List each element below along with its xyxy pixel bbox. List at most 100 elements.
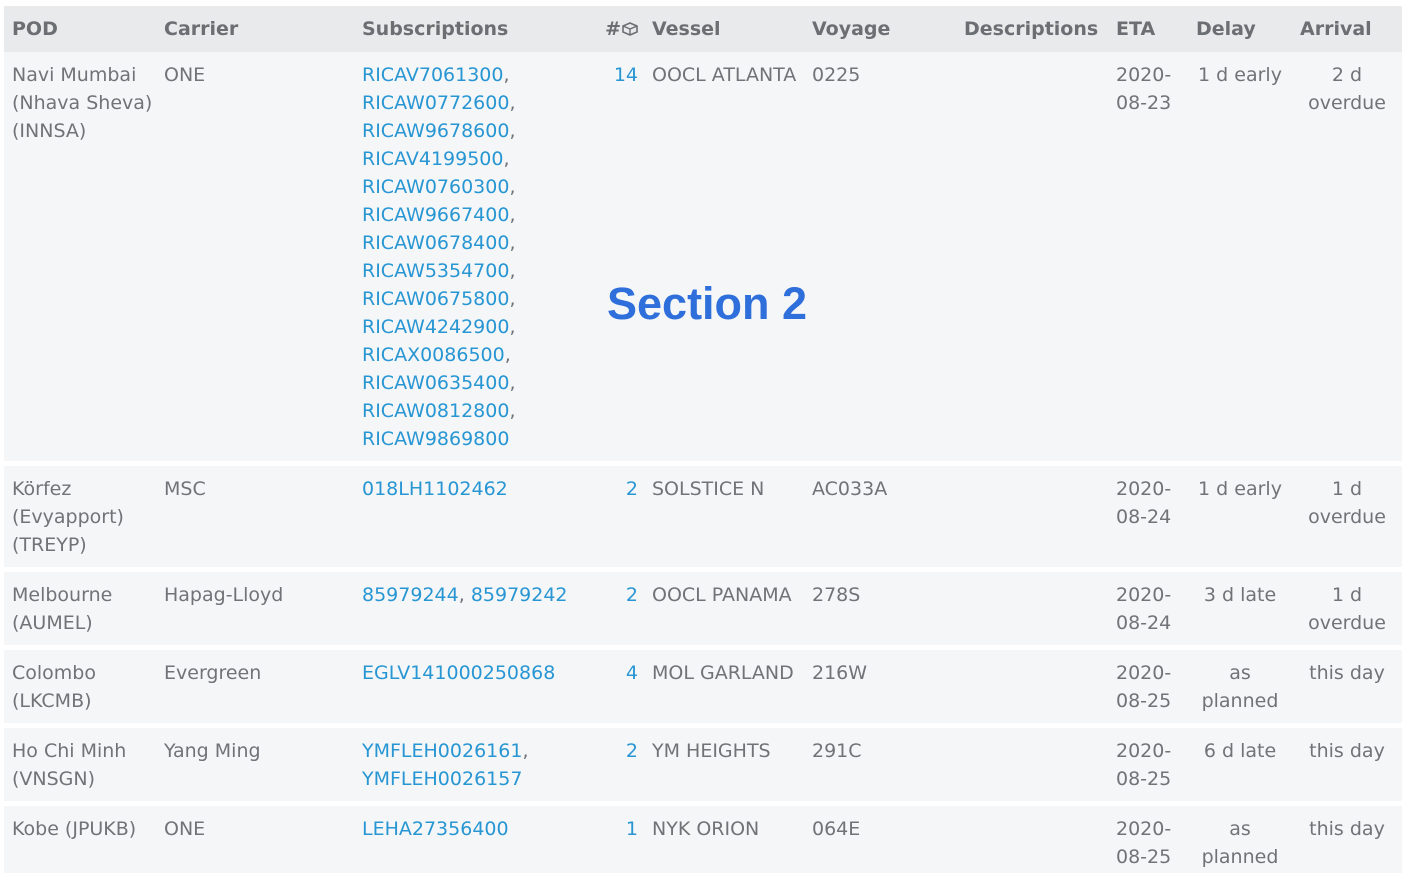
- cell-carrier: ONE: [164, 818, 206, 840]
- subscription-line: RICAV7061300,: [362, 64, 510, 86]
- cell-arrival: 1 d overdue: [1308, 478, 1386, 528]
- subscription-line: RICAW0812800,: [362, 400, 516, 422]
- cell-delay: 1 d early: [1198, 478, 1282, 500]
- cell-vessel: YM HEIGHTS: [652, 740, 771, 762]
- cell-carrier: Hapag-Lloyd: [164, 584, 284, 606]
- column-header-descriptions[interactable]: Descriptions: [956, 6, 1108, 52]
- subscription-link[interactable]: 85979244: [362, 584, 459, 606]
- subscription-line: YMFLEH0026157: [362, 765, 589, 793]
- table-row[interactable]: Ho Chi Minh (VNSGN) Yang Ming YMFLEH002616…: [4, 728, 1402, 801]
- cell-pod: Kobe (JPUKB): [12, 818, 137, 840]
- subscription-link[interactable]: RICAW9678600: [362, 120, 509, 142]
- column-header-eta[interactable]: ETA: [1108, 6, 1188, 52]
- table-header: POD Carrier Subscriptions # Vessel Voyag…: [4, 6, 1402, 52]
- subscription-line: RICAW9678600,: [362, 120, 516, 142]
- subscription-line: RICAX0086500,: [362, 344, 511, 366]
- column-header-count[interactable]: #: [589, 6, 644, 52]
- subscription-link[interactable]: RICAW0675800: [362, 288, 509, 310]
- cell-carrier: Yang Ming: [164, 740, 261, 762]
- cell-descriptions: [956, 728, 1108, 801]
- table-row[interactable]: Navi Mumbai (Nhava Sheva) (INNSA) ONE RICA…: [4, 52, 1402, 461]
- cell-descriptions: [956, 572, 1108, 645]
- cell-delay: 6 d late: [1203, 740, 1277, 762]
- cell-subscriptions: 85979244, 85979242: [362, 584, 568, 606]
- column-header-carrier[interactable]: Carrier: [156, 6, 354, 52]
- subscription-link[interactable]: RICAW0635400: [362, 372, 509, 394]
- cell-carrier: Evergreen: [164, 662, 262, 684]
- subscription-link[interactable]: 018LH1102462: [362, 478, 508, 500]
- cell-pod: Ho Chi Minh (VNSGN): [12, 740, 127, 790]
- subscription-link[interactable]: RICAX0086500: [362, 344, 505, 366]
- container-count-link[interactable]: 2: [626, 740, 638, 762]
- cell-vessel: SOLSTICE N: [652, 478, 765, 500]
- cell-count[interactable]: 2: [589, 728, 644, 801]
- column-header-count-label: #: [605, 18, 621, 40]
- subscription-link[interactable]: LEHA27356400: [362, 818, 509, 840]
- cell-arrival: this day: [1309, 662, 1385, 684]
- column-header-arrival[interactable]: Arrival: [1292, 6, 1402, 52]
- subscription-link[interactable]: RICAW0678400: [362, 232, 509, 254]
- cell-count[interactable]: 4: [589, 650, 644, 723]
- table-row[interactable]: Colombo (LKCMB) Evergreen EGLV141000250868…: [4, 650, 1402, 723]
- subscription-link[interactable]: RICAW9667400: [362, 204, 509, 226]
- container-count-link[interactable]: 2: [626, 584, 638, 606]
- column-header-vessel[interactable]: Vessel: [644, 6, 804, 52]
- column-header-pod[interactable]: POD: [4, 6, 156, 52]
- cell-eta: 2020-08-25: [1116, 740, 1172, 790]
- subscription-link[interactable]: RICAW0812800: [362, 400, 509, 422]
- cell-arrival: 1 d overdue: [1308, 584, 1386, 634]
- cell-vessel: OOCL ATLANTA: [652, 64, 797, 86]
- subscription-link[interactable]: RICAW9869800: [362, 428, 509, 450]
- cell-carrier: ONE: [164, 64, 206, 86]
- subscription-link[interactable]: RICAW5354700: [362, 260, 509, 282]
- subscription-link[interactable]: EGLV141000250868: [362, 662, 555, 684]
- table-row[interactable]: Kobe (JPUKB) ONE LEHA27356400 1 NYK ORION 064…: [4, 806, 1402, 873]
- cell-eta: 2020-08-23: [1116, 64, 1172, 114]
- container-count-link[interactable]: 14: [614, 64, 638, 86]
- subscription-line: RICAW4242900,: [362, 316, 516, 338]
- subscription-link[interactable]: YMFLEH0026161: [362, 740, 522, 762]
- container-count-link[interactable]: 4: [626, 662, 638, 684]
- column-header-delay[interactable]: Delay: [1188, 6, 1292, 52]
- subscription-link[interactable]: RICAW0772600: [362, 92, 509, 114]
- container-count-link[interactable]: 1: [626, 818, 638, 840]
- cell-eta: 2020-08-24: [1116, 478, 1172, 528]
- cell-count[interactable]: 2: [589, 466, 644, 567]
- cell-voyage: AC033A: [812, 478, 888, 500]
- cell-voyage: 278S: [812, 584, 861, 606]
- subscription-line: RICAV4199500,: [362, 148, 510, 170]
- column-header-subscriptions[interactable]: Subscriptions: [354, 6, 589, 52]
- subscription-line: RICAW9667400,: [362, 204, 516, 226]
- subscription-link[interactable]: RICAW4242900: [362, 316, 509, 338]
- table-row[interactable]: Melbourne (AUMEL) Hapag-Lloyd 85979244, 85…: [4, 572, 1402, 645]
- subscription-link[interactable]: RICAV7061300: [362, 64, 503, 86]
- cell-arrival: this day: [1309, 818, 1385, 840]
- cell-voyage: 291C: [812, 740, 862, 762]
- cell-pod: Melbourne (AUMEL): [12, 584, 113, 634]
- cell-descriptions: [956, 806, 1108, 873]
- cell-delay: 3 d late: [1203, 584, 1277, 606]
- cell-descriptions: [956, 52, 1108, 461]
- cell-subscriptions: 018LH1102462: [354, 466, 589, 567]
- cell-pod: Colombo (LKCMB): [12, 662, 96, 712]
- subscription-link[interactable]: YMFLEH0026157: [362, 768, 522, 790]
- cell-count[interactable]: 14: [589, 52, 644, 461]
- subscription-line: RICAW0772600,: [362, 92, 516, 114]
- table-row[interactable]: Körfez (Evyapport) (TREYP) MSC 018LH110246…: [4, 466, 1402, 567]
- subscription-link[interactable]: RICAW0760300: [362, 176, 509, 198]
- cell-descriptions: [956, 650, 1108, 723]
- cell-pod: Körfez (Evyapport) (TREYP): [12, 478, 124, 556]
- cell-voyage: 0225: [812, 64, 861, 86]
- container-count-link[interactable]: 2: [626, 478, 638, 500]
- cell-pod: Navi Mumbai (Nhava Sheva) (INNSA): [12, 64, 153, 142]
- cell-carrier: MSC: [164, 478, 206, 500]
- cell-count[interactable]: 1: [589, 806, 644, 873]
- subscription-link[interactable]: RICAV4199500: [362, 148, 503, 170]
- subscription-line: RICAW0635400,: [362, 372, 516, 394]
- container-icon: [622, 22, 638, 36]
- cell-subscriptions: LEHA27356400: [354, 806, 589, 873]
- subscription-line: RICAW5354700,: [362, 260, 516, 282]
- column-header-voyage[interactable]: Voyage: [804, 6, 956, 52]
- subscription-link[interactable]: 85979242: [471, 584, 568, 606]
- cell-count[interactable]: 2: [589, 572, 644, 645]
